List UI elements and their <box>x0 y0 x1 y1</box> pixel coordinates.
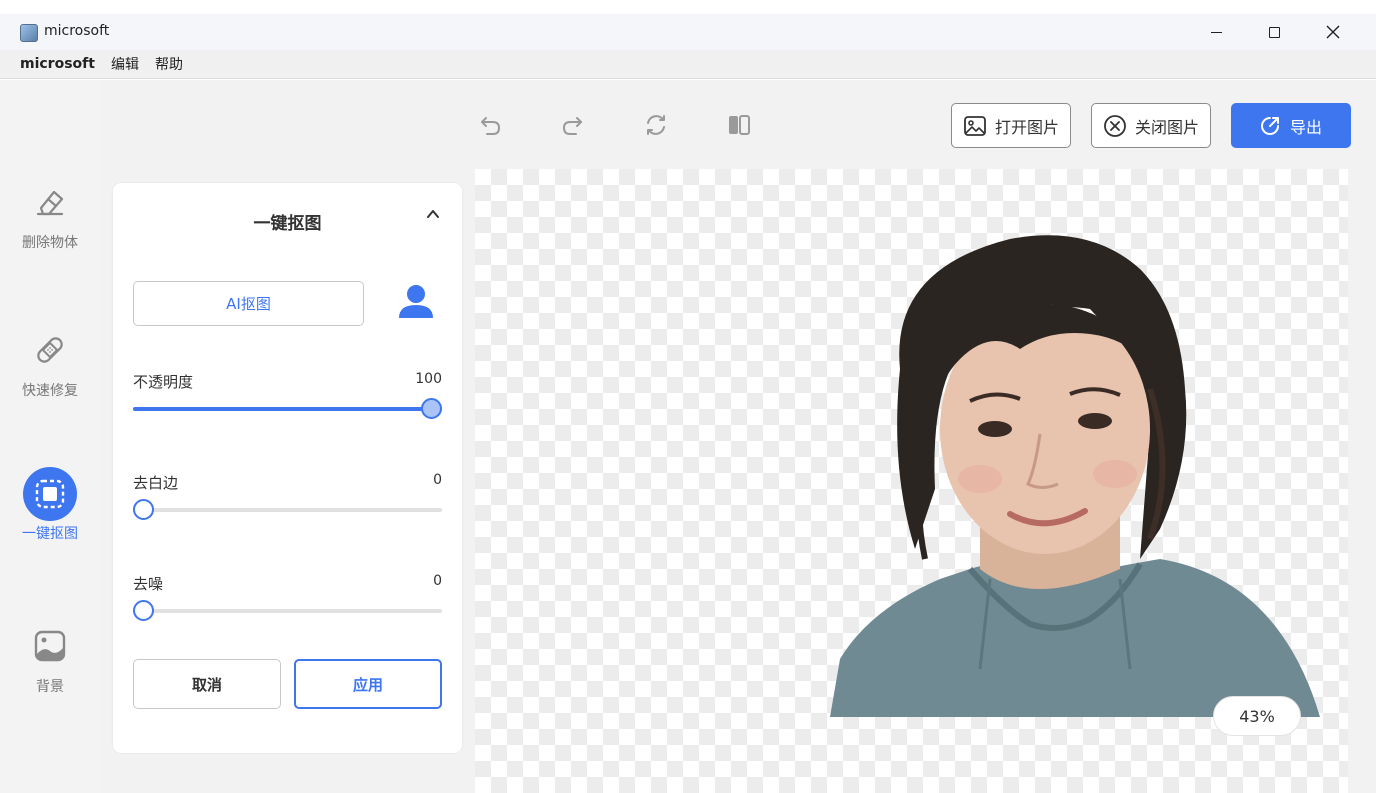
undo-icon <box>481 117 501 135</box>
left-nav: 删除物体 快速修复 一键抠图 背景 <box>0 80 100 793</box>
eraser-icon <box>22 174 78 230</box>
maximize-icon <box>1268 26 1280 38</box>
window-title: microsoft <box>44 23 110 39</box>
close-circle-icon <box>1104 114 1126 137</box>
menu-brand[interactable]: microsoft <box>20 56 95 72</box>
image-icon <box>22 618 78 674</box>
cutout-panel: 一键抠图 AI抠图 不透明度 100 去白边 0 去噪 0 取消 应用 <box>113 183 462 753</box>
compare-button[interactable] <box>724 110 754 140</box>
menu-bar: microsoft 编辑 帮助 <box>0 50 1376 79</box>
nav-label-remove-object: 删除物体 <box>22 235 78 251</box>
compare-icon <box>729 115 750 135</box>
export-icon <box>1261 116 1279 135</box>
close-image-label: 关闭图片 <box>1134 117 1199 137</box>
denoise-slider-thumb[interactable] <box>133 600 154 621</box>
defringe-slider[interactable] <box>133 499 442 520</box>
minimize-button[interactable] <box>1193 14 1239 50</box>
app-window: microsoft microsoft 编辑 帮助 删除物体 快速修复 一键抠图… <box>0 0 1376 793</box>
menu-edit[interactable]: 编辑 <box>111 54 139 74</box>
opacity-slider-thumb[interactable] <box>421 398 442 419</box>
close-icon <box>1326 25 1340 39</box>
open-image-button[interactable]: 打开图片 <box>951 103 1071 148</box>
close-window-button[interactable] <box>1310 14 1356 50</box>
nav-item-quick-fix[interactable]: 快速修复 <box>0 322 100 400</box>
chevron-up-icon <box>427 210 439 218</box>
opacity-slider-fill <box>133 407 442 411</box>
defringe-label: 去白边 <box>133 474 179 492</box>
export-label: 导出 <box>1289 117 1322 137</box>
opacity-slider[interactable] <box>133 398 442 419</box>
nav-label-quick-fix: 快速修复 <box>22 383 78 399</box>
title-bar: microsoft <box>0 14 1376 50</box>
defringe-slider-thumb[interactable] <box>133 499 154 520</box>
cancel-button[interactable]: 取消 <box>133 659 281 709</box>
maximize-button[interactable] <box>1251 14 1297 50</box>
close-image-button[interactable]: 关闭图片 <box>1091 103 1211 148</box>
denoise-value: 0 <box>433 573 442 589</box>
minimize-icon <box>1210 31 1222 33</box>
denoise-slider[interactable] <box>133 600 442 621</box>
nav-item-remove-object[interactable]: 删除物体 <box>0 174 100 252</box>
main-area: 打开图片 关闭图片 导出 一键抠图 AI抠图 不透明度 100 去白边 0 去噪… <box>100 80 1376 793</box>
bandage-icon <box>22 322 78 378</box>
zoom-indicator[interactable]: 43% <box>1213 696 1301 736</box>
nav-item-cutout[interactable]: 一键抠图 <box>0 467 100 543</box>
reset-button[interactable] <box>641 110 671 140</box>
menu-help[interactable]: 帮助 <box>155 54 183 74</box>
collapse-button[interactable] <box>426 207 440 225</box>
nav-label-cutout: 一键抠图 <box>22 526 78 542</box>
opacity-label: 不透明度 <box>133 373 194 391</box>
undo-button[interactable] <box>475 110 505 140</box>
app-icon <box>20 24 38 42</box>
cutout-icon <box>23 467 77 521</box>
refresh-icon <box>647 115 665 135</box>
nav-label-background: 背景 <box>36 679 64 695</box>
ai-cutout-button[interactable]: AI抠图 <box>133 281 364 326</box>
opacity-value: 100 <box>415 371 442 387</box>
open-image-label: 打开图片 <box>994 117 1059 137</box>
open-image-icon <box>964 115 986 136</box>
nav-item-background[interactable]: 背景 <box>0 618 100 696</box>
denoise-label: 去噪 <box>133 575 164 593</box>
redo-button[interactable] <box>558 110 588 140</box>
image-canvas[interactable]: 43% <box>475 169 1348 793</box>
export-button[interactable]: 导出 <box>1231 103 1351 148</box>
cutout-subject-image <box>830 235 1320 717</box>
apply-button[interactable]: 应用 <box>294 659 442 709</box>
defringe-value: 0 <box>433 472 442 488</box>
redo-icon <box>562 117 582 135</box>
panel-title: 一键抠图 <box>253 214 322 234</box>
person-icon[interactable] <box>396 281 436 321</box>
